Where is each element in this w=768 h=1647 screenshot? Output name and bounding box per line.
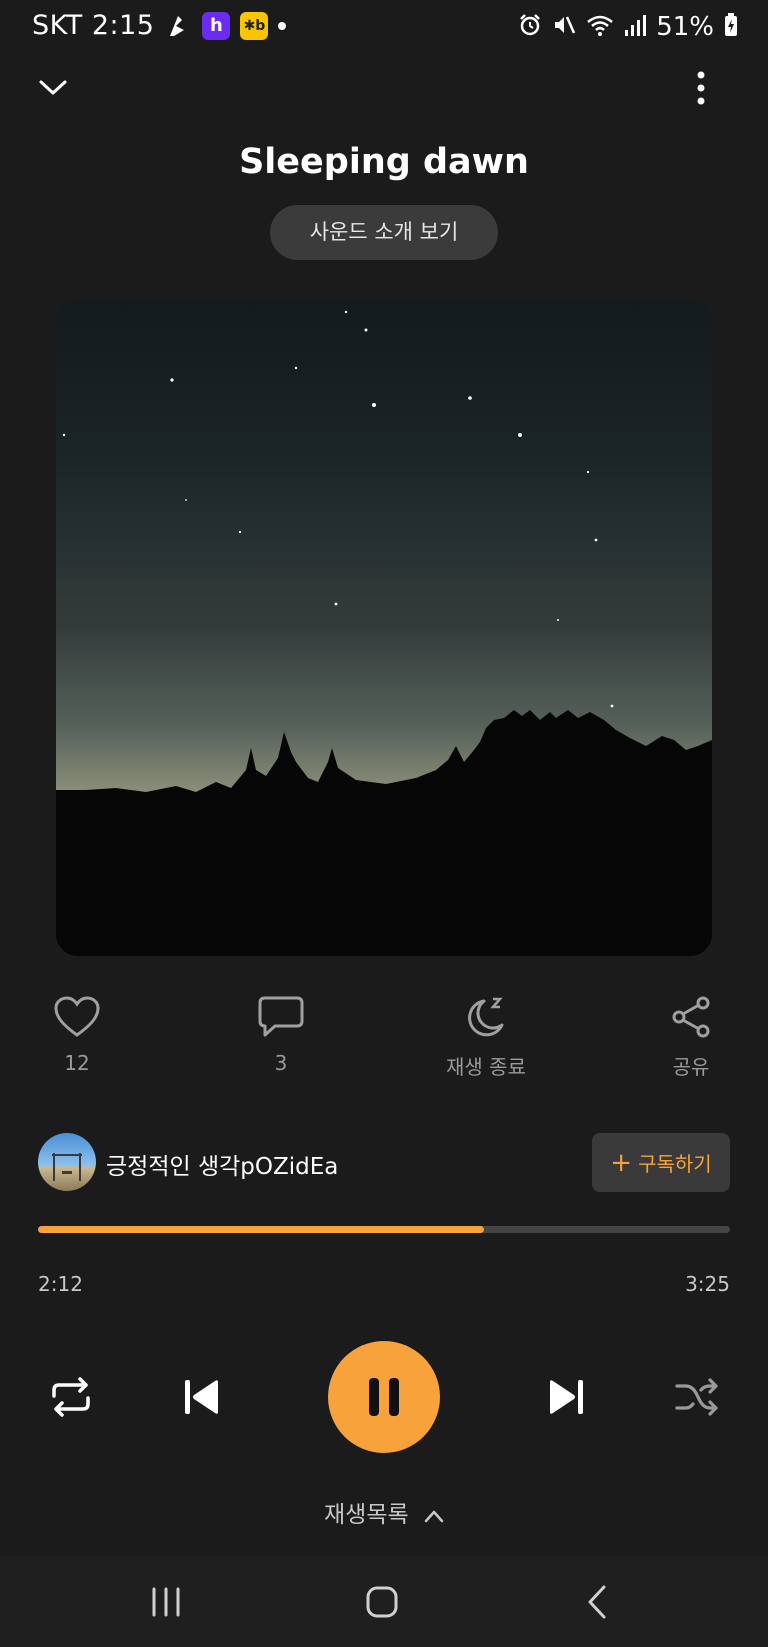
subscribe-button[interactable]: + 구독하기 [592,1133,730,1192]
status-bar: SKT 2:15 h ✱b 51% [0,0,768,58]
home-icon [366,1586,398,1618]
sleep-timer-button[interactable]: 재생 종료 [426,995,546,1080]
repeat-icon [52,1377,90,1417]
alarm-icon [518,13,542,41]
signal-icon [624,13,647,41]
next-button[interactable] [544,1372,588,1422]
battery-charging-icon [724,13,738,41]
music-player-screen: SKT 2:15 h ✱b 51% Sleeping dawn 사운드 소개 보… [0,0,768,1647]
like-button[interactable]: 12 [17,995,137,1075]
previous-button[interactable] [180,1372,224,1422]
comment-button[interactable]: 3 [221,995,341,1075]
wifi-icon [586,13,614,41]
playlist-toggle[interactable]: 재생목록 [0,1495,768,1529]
collapse-player-button[interactable] [36,70,70,104]
system-navigation-bar [0,1556,768,1647]
elapsed-time: 2:12 [38,1272,83,1296]
pause-button[interactable] [328,1341,440,1453]
sleep-timer-label: 재생 종료 [446,1055,526,1079]
cover-art [56,300,712,956]
home-button[interactable] [362,1582,402,1622]
carrier-time: SKT 2:15 [32,10,155,41]
avatar-swing-photo [52,1153,82,1181]
heart-icon [54,996,100,1037]
shuffle-button[interactable] [672,1372,722,1422]
battery-percent: 51% [656,12,714,42]
back-button[interactable] [578,1582,618,1622]
repeat-button[interactable] [46,1372,96,1422]
subscribe-label: 구독하기 [638,1152,712,1176]
status-left: SKT 2:15 h ✱b [32,10,287,41]
chevron-up-icon [424,1503,444,1529]
mute-icon [552,13,576,41]
more-options-button[interactable] [694,70,708,106]
like-count: 12 [64,1051,90,1075]
progress-bar[interactable] [38,1226,730,1233]
kakao-app-icon: ✱b [240,11,269,40]
sound-intro-button[interactable]: 사운드 소개 보기 [270,205,498,260]
channel-avatar[interactable] [38,1133,96,1191]
app-notification-icon [164,12,192,40]
h-app-icon: h [202,11,231,40]
total-time: 3:25 [685,1272,730,1296]
chevron-down-icon [39,80,67,95]
channel-name[interactable]: 긍정적인 생각pOZidEa [106,1147,338,1181]
pause-icon [369,1378,399,1416]
track-title: Sleeping dawn [239,142,529,182]
night-sky-treeline-illustration [56,310,712,956]
recent-apps-button[interactable] [146,1582,186,1622]
plus-icon: + [610,1147,633,1178]
more-vertical-icon [697,71,705,105]
status-right: 51% [518,12,738,42]
more-notifications-dot-icon [278,21,287,30]
share-icon [672,996,710,1038]
moon-sleep-icon [468,997,504,1037]
share-button[interactable]: 공유 [631,995,751,1080]
progress-fill [38,1226,484,1233]
shuffle-icon [675,1378,718,1416]
skip-previous-icon [185,1380,218,1414]
skip-next-icon [550,1380,583,1414]
share-label: 공유 [672,1055,710,1079]
comment-icon [258,996,304,1037]
comment-count: 3 [274,1051,288,1075]
playlist-label: 재생목록 [324,1502,409,1528]
back-icon [588,1585,606,1619]
recent-apps-icon [152,1587,180,1617]
